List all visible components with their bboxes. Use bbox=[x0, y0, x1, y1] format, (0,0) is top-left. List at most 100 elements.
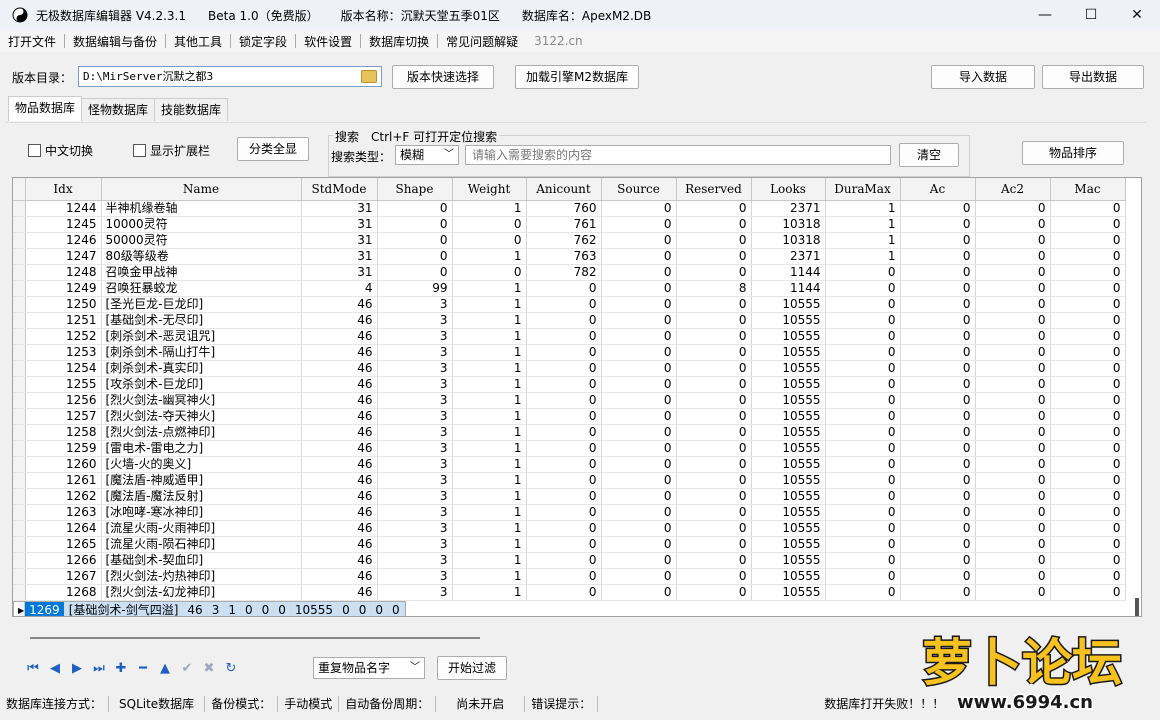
column-header-looks[interactable]: Looks bbox=[751, 178, 826, 201]
table-cell-stdmode[interactable]: 46 bbox=[301, 568, 378, 585]
table-cell-stdmode[interactable]: 46 bbox=[301, 456, 378, 473]
table-cell-shape[interactable]: 3 bbox=[377, 536, 453, 553]
table-cell-idx[interactable]: 1254 bbox=[25, 360, 102, 377]
column-header-ac[interactable]: Ac bbox=[900, 178, 976, 201]
table-row[interactable]: 1262 [魔法盾-魔法反射] 46 3 1 0 0 0 10555 0 0 0 0 bbox=[13, 488, 1126, 505]
table-cell-duramax[interactable]: 0 bbox=[825, 456, 901, 473]
table-cell-reserved[interactable]: 0 bbox=[676, 344, 752, 361]
table-row[interactable]: 1256 [烈火剑法-幽冥神火] 46 3 1 0 0 0 10555 0 0 0 0 bbox=[13, 392, 1126, 409]
menu-lock-fields[interactable]: 锁定字段 bbox=[231, 33, 295, 50]
table-cell-stdmode[interactable]: 46 bbox=[301, 488, 378, 505]
table-cell-idx[interactable]: 1261 bbox=[25, 472, 102, 489]
table-cell-mac[interactable]: 0 bbox=[1050, 520, 1126, 537]
column-header-reserved[interactable]: Reserved bbox=[676, 178, 752, 201]
table-cell-stdmode[interactable]: 46 bbox=[182, 602, 208, 616]
table-cell-source[interactable]: 0 bbox=[601, 520, 677, 537]
table-cell-source[interactable]: 0 bbox=[601, 472, 677, 489]
table-cell-anicount[interactable]: 0 bbox=[526, 344, 602, 361]
table-cell-idx[interactable]: 1253 bbox=[25, 344, 102, 361]
table-cell-looks[interactable]: 1144 bbox=[751, 280, 826, 297]
table-row[interactable]: 1244 半神机缘卷轴 31 0 1 760 0 0 2371 1 0 0 0 bbox=[13, 200, 1126, 217]
table-cell-shape[interactable]: 3 bbox=[377, 552, 453, 569]
table-cell-looks[interactable]: 10555 bbox=[751, 488, 826, 505]
table-cell-looks[interactable]: 10555 bbox=[751, 520, 826, 537]
table-cell-source[interactable]: 0 bbox=[601, 504, 677, 521]
table-cell-duramax[interactable]: 1 bbox=[825, 232, 901, 249]
table-cell-duramax[interactable]: 0 bbox=[825, 280, 901, 297]
table-cell-reserved[interactable]: 8 bbox=[676, 280, 752, 297]
table-cell-ac[interactable]: 0 bbox=[900, 232, 976, 249]
up-icon[interactable]: ▲ bbox=[154, 660, 176, 678]
table-cell-source[interactable]: 0 bbox=[601, 376, 677, 393]
table-cell-reserved[interactable]: 0 bbox=[676, 440, 752, 457]
table-cell-anicount[interactable]: 0 bbox=[526, 520, 602, 537]
table-cell-looks[interactable]: 10555 bbox=[751, 328, 826, 345]
table-cell-name[interactable]: [攻杀剑术-巨龙印] bbox=[101, 376, 302, 393]
cancel-icon[interactable]: ✖ bbox=[198, 660, 220, 678]
table-cell-reserved[interactable]: 0 bbox=[676, 504, 752, 521]
table-cell-ac2[interactable]: 0 bbox=[975, 424, 1051, 441]
table-cell-anicount[interactable]: 0 bbox=[526, 280, 602, 297]
table-cell-name[interactable]: [火墙-火的奥义] bbox=[101, 456, 302, 473]
table-cell-ac[interactable]: 0 bbox=[900, 424, 976, 441]
table-cell-name[interactable]: [冰咆哮-寒冰神印] bbox=[101, 504, 302, 521]
table-cell-source[interactable]: 0 bbox=[601, 216, 677, 233]
table-cell-idx[interactable]: 1249 bbox=[25, 280, 102, 297]
table-cell-anicount[interactable]: 0 bbox=[526, 360, 602, 377]
table-cell-anicount[interactable]: 0 bbox=[526, 392, 602, 409]
table-cell-ac[interactable]: 0 bbox=[900, 200, 976, 217]
table-cell-stdmode[interactable]: 46 bbox=[301, 584, 378, 601]
table-cell-ac[interactable]: 0 bbox=[900, 392, 976, 409]
table-cell-mac[interactable]: 0 bbox=[1050, 472, 1126, 489]
table-cell-idx[interactable]: 1258 bbox=[25, 424, 102, 441]
table-cell-mac[interactable]: 0 bbox=[1050, 328, 1126, 345]
table-cell-duramax[interactable]: 0 bbox=[825, 312, 901, 329]
table-cell-weight[interactable]: 1 bbox=[452, 520, 527, 537]
table-cell-anicount[interactable]: 782 bbox=[526, 264, 602, 281]
table-cell-looks[interactable]: 2371 bbox=[751, 200, 826, 217]
table-cell-stdmode[interactable]: 31 bbox=[301, 200, 378, 217]
table-cell-mac[interactable]: 0 bbox=[1050, 296, 1126, 313]
table-cell-looks[interactable]: 10555 bbox=[751, 584, 826, 601]
horizontal-scrollbar-thumb[interactable] bbox=[30, 637, 480, 639]
table-cell-source[interactable]: 0 bbox=[601, 408, 677, 425]
table-cell-weight[interactable]: 1 bbox=[452, 440, 527, 457]
table-cell-looks[interactable]: 10555 bbox=[751, 360, 826, 377]
table-cell-duramax[interactable]: 0 bbox=[825, 584, 901, 601]
table-cell-duramax[interactable]: 0 bbox=[825, 264, 901, 281]
table-cell-anicount[interactable]: 0 bbox=[526, 424, 602, 441]
table-cell-source[interactable]: 0 bbox=[257, 602, 275, 616]
table-cell-reserved[interactable]: 0 bbox=[676, 296, 752, 313]
table-cell-ac[interactable]: 0 bbox=[900, 344, 976, 361]
table-cell-ac[interactable]: 0 bbox=[900, 376, 976, 393]
table-cell-ac2[interactable]: 0 bbox=[975, 552, 1051, 569]
table-cell-ac[interactable]: 0 bbox=[900, 584, 976, 601]
table-cell-ac2[interactable]: 0 bbox=[975, 328, 1051, 345]
table-cell-name[interactable]: [烈火剑法-夺天神火] bbox=[101, 408, 302, 425]
table-cell-ac[interactable]: 0 bbox=[900, 328, 976, 345]
table-cell-source[interactable]: 0 bbox=[601, 296, 677, 313]
column-header-source[interactable]: Source bbox=[601, 178, 677, 201]
table-cell-anicount[interactable]: 0 bbox=[526, 328, 602, 345]
table-cell-stdmode[interactable]: 46 bbox=[301, 344, 378, 361]
table-row[interactable]: 1258 [烈火剑法-点燃神印] 46 3 1 0 0 0 10555 0 0 0 0 bbox=[13, 424, 1126, 441]
table-cell-source[interactable]: 0 bbox=[601, 568, 677, 585]
table-cell-looks[interactable]: 10318 bbox=[751, 232, 826, 249]
table-cell-mac[interactable]: 0 bbox=[1050, 376, 1126, 393]
table-cell-anicount[interactable]: 0 bbox=[526, 536, 602, 553]
table-cell-stdmode[interactable]: 46 bbox=[301, 440, 378, 457]
column-header-duramax[interactable]: DuraMax bbox=[825, 178, 901, 201]
table-cell-ac2[interactable]: 0 bbox=[975, 584, 1051, 601]
table-cell-stdmode[interactable]: 31 bbox=[301, 248, 378, 265]
table-row[interactable]: 1250 [圣光巨龙-巨龙印] 46 3 1 0 0 0 10555 0 0 0 0 bbox=[13, 296, 1126, 313]
table-cell-stdmode[interactable]: 46 bbox=[301, 520, 378, 537]
table-cell-idx[interactable]: 1269 bbox=[24, 602, 65, 616]
table-cell-mac[interactable]: 0 bbox=[1050, 456, 1126, 473]
table-cell-ac2[interactable]: 0 bbox=[975, 520, 1051, 537]
table-cell-weight[interactable]: 0 bbox=[452, 216, 527, 233]
table-cell-mac[interactable]: 0 bbox=[1050, 488, 1126, 505]
table-cell-shape[interactable]: 0 bbox=[377, 264, 453, 281]
table-cell-duramax[interactable]: 0 bbox=[825, 296, 901, 313]
table-cell-shape[interactable]: 3 bbox=[377, 328, 453, 345]
table-cell-stdmode[interactable]: 46 bbox=[301, 376, 378, 393]
